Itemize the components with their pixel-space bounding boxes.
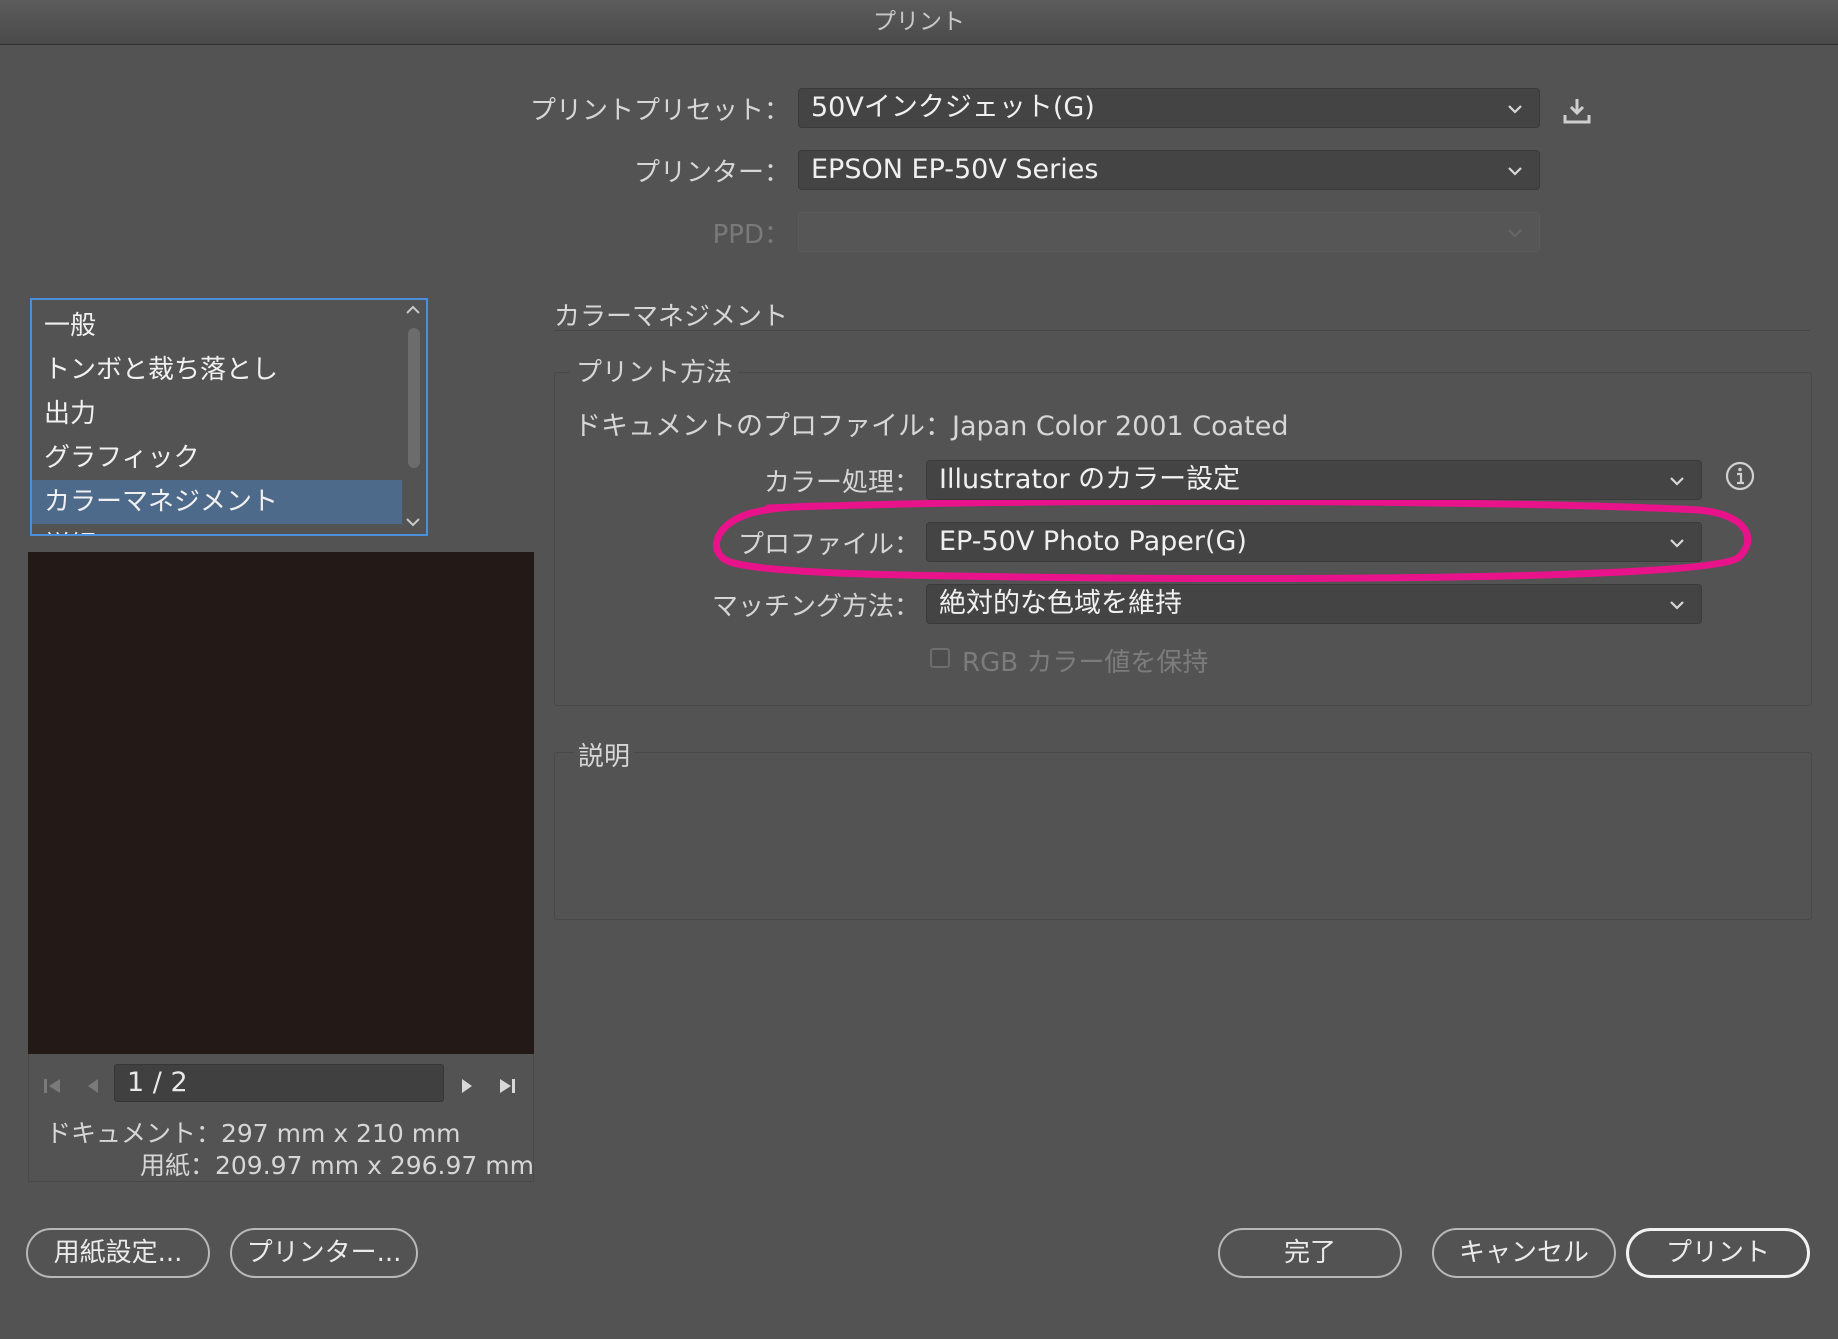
- ppd-label: PPD：: [712, 220, 790, 250]
- page-number-field[interactable]: 1 / 2: [114, 1064, 444, 1102]
- printer-label: プリンター：: [633, 158, 790, 188]
- category-list[interactable]: 一般 トンボと裁ち落とし 出力 グラフィック カラーマネジメント 詳細: [30, 298, 428, 536]
- rendering-intent-select[interactable]: 絶対的な色域を維持: [926, 584, 1702, 624]
- description-title: 説明: [574, 736, 635, 773]
- paper-size-text: 用紙：209.97 mm x 296.97 mm: [140, 1151, 534, 1180]
- printer-value: EPSON EP-50V Series: [811, 154, 1099, 185]
- chevron-down-icon: [1670, 477, 1684, 486]
- chevron-down-icon: [1508, 167, 1522, 176]
- rendering-intent-label: マッチング方法：: [711, 592, 920, 622]
- preset-select[interactable]: 50Vインクジェット(G): [798, 88, 1540, 128]
- chevron-down-icon[interactable]: [405, 516, 421, 528]
- color-handling-value: Illustrator のカラー設定: [939, 464, 1241, 495]
- printer-select[interactable]: EPSON EP-50V Series: [798, 150, 1540, 190]
- color-handling-label: カラー処理：: [763, 468, 920, 498]
- cancel-button[interactable]: キャンセル: [1432, 1228, 1616, 1278]
- list-scrollbar[interactable]: [400, 300, 426, 534]
- done-button[interactable]: 完了: [1218, 1228, 1402, 1278]
- prev-page-icon[interactable]: [84, 1076, 102, 1096]
- sidebar-item-advanced[interactable]: 詳細: [32, 524, 402, 534]
- sidebar-item-color-management[interactable]: カラーマネジメント: [32, 480, 402, 524]
- print-button[interactable]: プリント: [1626, 1228, 1810, 1278]
- description-group: [554, 752, 1812, 920]
- scroll-thumb[interactable]: [408, 328, 420, 468]
- sidebar-item-output[interactable]: 出力: [32, 392, 402, 436]
- preset-label: プリントプリセット：: [529, 96, 790, 126]
- chevron-down-icon: [1508, 105, 1522, 114]
- document-profile-text: ドキュメントのプロファイル：Japan Color 2001 Coated: [574, 411, 1289, 442]
- info-icon[interactable]: [1724, 460, 1756, 492]
- preserve-rgb-label: RGB カラー値を保持: [962, 648, 1209, 678]
- last-page-icon[interactable]: [496, 1076, 518, 1096]
- section-title-color-management: カラーマネジメント: [554, 302, 789, 332]
- sidebar-item-general[interactable]: 一般: [32, 304, 402, 348]
- document-size-text: ドキュメント：297 mm x 210 mm: [46, 1119, 461, 1148]
- preserve-rgb-checkbox: [930, 648, 950, 668]
- ppd-select: [798, 212, 1540, 252]
- section-divider: [554, 330, 1810, 331]
- sidebar-item-marks-bleed[interactable]: トンボと裁ち落とし: [32, 348, 402, 392]
- sidebar-item-graphics[interactable]: グラフィック: [32, 436, 402, 480]
- printer-button[interactable]: プリンター...: [230, 1228, 418, 1278]
- first-page-icon[interactable]: [42, 1076, 64, 1096]
- next-page-icon[interactable]: [458, 1076, 476, 1096]
- save-preset-icon[interactable]: [1562, 96, 1592, 126]
- print-preview: [28, 552, 534, 1054]
- highlight-annotation: [712, 500, 1751, 582]
- preset-value: 50Vインクジェット(G): [811, 92, 1095, 123]
- print-method-title: プリント方法: [570, 352, 739, 389]
- chevron-up-icon[interactable]: [405, 304, 421, 316]
- color-handling-select[interactable]: Illustrator のカラー設定: [926, 460, 1702, 500]
- rendering-intent-value: 絶対的な色域を維持: [939, 588, 1182, 619]
- chevron-down-icon: [1670, 601, 1684, 610]
- window-title: プリント: [0, 0, 1838, 45]
- page-setup-button[interactable]: 用紙設定...: [26, 1228, 210, 1278]
- chevron-down-icon: [1508, 229, 1522, 238]
